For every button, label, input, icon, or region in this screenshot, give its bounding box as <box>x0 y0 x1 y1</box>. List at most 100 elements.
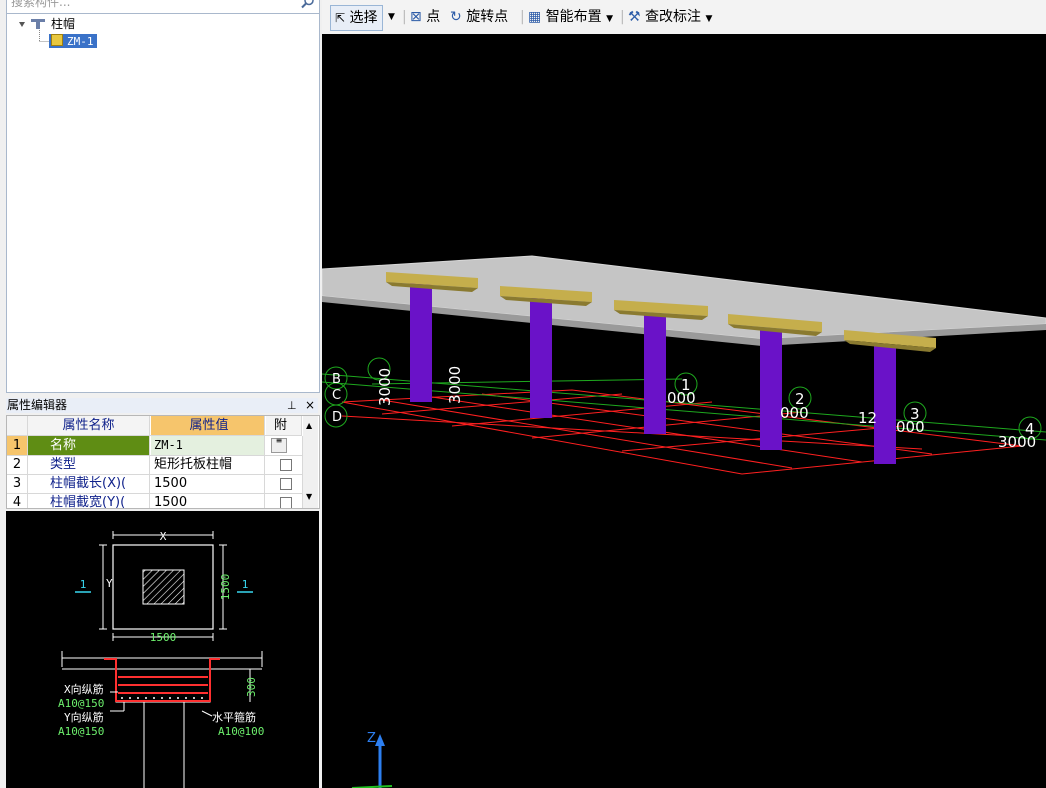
table-row[interactable]: 3 柱帽截长(X)( 1500 <box>7 474 303 494</box>
check-mark-label: 查改标注 <box>645 9 702 25</box>
toolbar-divider: | <box>402 9 407 25</box>
tree-item-zm1[interactable]: ZM-1 <box>49 33 97 49</box>
attach-checkbox[interactable] <box>280 459 292 471</box>
row-value[interactable]: 1500 <box>151 474 265 493</box>
dim-label-3: 000 <box>667 389 696 407</box>
y-rebar-label: Y向纵筋 <box>64 710 104 724</box>
tree-item-label: ZM-1 <box>67 35 94 48</box>
column-hatch <box>142 569 185 605</box>
grid-icon: ▦ <box>528 9 542 25</box>
row-index: 1 <box>7 436 28 455</box>
toolbar-divider: | <box>520 9 525 25</box>
x-label: X <box>160 530 167 543</box>
row-attach <box>266 455 303 474</box>
more-button[interactable]: ≡ <box>271 437 287 453</box>
attach-checkbox[interactable] <box>280 478 292 490</box>
select-button[interactable]: ⇱ 选择 <box>330 5 383 31</box>
header-index <box>7 416 28 435</box>
check-mark-dropdown-icon[interactable]: ▼ <box>705 14 712 24</box>
property-editor-title: 属性编辑器 <box>7 398 68 412</box>
table-header: 属性名称 属性值 附 <box>7 416 302 436</box>
dim-label-2: 3000 <box>446 366 464 404</box>
close-icon[interactable]: × <box>305 398 315 413</box>
grid-letter-d: D <box>332 410 342 425</box>
row-value[interactable]: 1500 <box>151 493 265 508</box>
height-dim: 300 <box>245 677 258 697</box>
row-attach: ≡ <box>266 436 303 455</box>
section-mark-right: 1 <box>242 578 249 591</box>
toolbar: ⇱ 选择 ▼ | ⊠ 点 ↻ 旋转点 | ▦ 智能布置 ▼ | ⚒ 查改标注 ▼ <box>322 0 1046 34</box>
grid-letter-b: B <box>332 372 341 387</box>
row-name: 类型 <box>28 455 150 474</box>
dim-label-1: 3000 <box>376 368 394 406</box>
point-label: 点 <box>426 9 441 25</box>
vertical-scrollbar[interactable]: ▲ ▼ <box>303 416 318 508</box>
scroll-up-icon[interactable]: ▲ <box>306 421 312 430</box>
column-4 <box>760 330 782 450</box>
column-3 <box>644 314 666 434</box>
table-row[interactable]: 4 柱帽截宽(Y)( 1500 <box>7 493 303 508</box>
row-name: 柱帽截宽(Y)( <box>28 493 150 508</box>
row-attach <box>266 493 303 508</box>
search-input[interactable]: 搜索构件... <box>11 0 70 10</box>
rotate-point-label: 旋转点 <box>466 9 509 25</box>
row-name: 柱帽截长(X)( <box>28 474 150 493</box>
component-tree[interactable]: 柱帽 ZM-1 <box>6 13 320 393</box>
dim-label-5: 12 <box>858 409 877 427</box>
cap-item-icon <box>51 34 63 46</box>
cursor-icon: ⇱ <box>335 11 346 25</box>
row-index: 4 <box>7 493 28 508</box>
dim-label-7: 3000 <box>998 433 1036 451</box>
stirrup-spec: A10@100 <box>218 725 264 738</box>
section-mark-left: 1 <box>80 578 87 591</box>
annotation-icon: ⚒ <box>628 9 641 25</box>
column-5 <box>874 346 896 464</box>
y-rebar-spec: A10@150 <box>58 725 104 738</box>
column-1 <box>410 282 432 402</box>
x-rebar-label: X向纵筋 <box>64 682 104 696</box>
table-row[interactable]: 1 名称 ZM-1 ≡ <box>7 436 303 456</box>
property-editor-header: 属性编辑器 ⊥ × <box>6 398 318 413</box>
row-index: 3 <box>7 474 28 493</box>
header-name: 属性名称 <box>28 416 150 435</box>
search-icon[interactable] <box>301 0 315 9</box>
tree-root-label[interactable]: 柱帽 <box>51 16 75 32</box>
smart-layout-label: 智能布置 <box>545 9 602 25</box>
rotate-point-button[interactable]: ↻ 旋转点 <box>450 5 508 29</box>
stirrup-label: 水平箍筋 <box>212 710 256 724</box>
cap-preview: X Y 1500 1500 1 1 300 X向纵筋 A10@150 Y向纵筋 … <box>6 511 319 788</box>
header-attach: 附 <box>266 416 302 435</box>
dim-y: 1500 <box>219 574 232 601</box>
select-dropdown-icon[interactable]: ▼ <box>388 5 395 29</box>
rotate-icon: ↻ <box>450 9 462 25</box>
row-value[interactable]: ZM-1 <box>151 436 265 455</box>
table-row[interactable]: 2 类型 矩形托板柱帽 <box>7 455 303 475</box>
column-cap-icon <box>30 18 46 30</box>
grid-labels: 1 2 3 4 B C D 3000 3000 000 000 12 000 3… <box>332 366 1036 451</box>
search-box[interactable]: 搜索构件... <box>6 0 320 14</box>
scroll-down-icon[interactable]: ▼ <box>306 492 312 501</box>
attach-checkbox[interactable] <box>280 497 292 508</box>
3d-viewport[interactable]: 1 2 3 4 B C D 3000 3000 000 000 12 000 3… <box>322 34 1046 788</box>
select-label: 选择 <box>349 10 378 26</box>
header-value: 属性值 <box>151 416 265 435</box>
pin-icon[interactable]: ⊥ <box>287 398 297 413</box>
row-name: 名称 <box>28 436 150 455</box>
row-attach <box>266 474 303 493</box>
collapse-triangle-icon <box>19 22 25 27</box>
check-mark-button[interactable]: ⚒ 查改标注 ▼ <box>628 5 712 29</box>
left-panel: 搜索构件... 柱帽 ZM-1 属性编辑器 ⊥ × 属性名称 属性值 附 1 名… <box>0 0 320 788</box>
smart-layout-button[interactable]: ▦ 智能布置 ▼ <box>528 5 613 29</box>
grid-letter-c: C <box>332 388 341 403</box>
row-index: 2 <box>7 455 28 474</box>
dim-label-4: 000 <box>780 404 809 422</box>
point-button[interactable]: ⊠ 点 <box>410 5 440 29</box>
x-rebar-spec: A10@150 <box>58 697 104 710</box>
column-2 <box>530 298 552 418</box>
toolbar-divider: | <box>620 9 625 25</box>
axis-gizmo: Z <box>351 731 393 788</box>
property-table: 属性名称 属性值 附 1 名称 ZM-1 ≡ 2 类型 矩形托板柱帽 3 柱帽截… <box>6 415 320 509</box>
smart-layout-dropdown-icon[interactable]: ▼ <box>606 14 613 24</box>
dim-label-6: 000 <box>896 418 925 436</box>
row-value[interactable]: 矩形托板柱帽 <box>151 455 265 474</box>
